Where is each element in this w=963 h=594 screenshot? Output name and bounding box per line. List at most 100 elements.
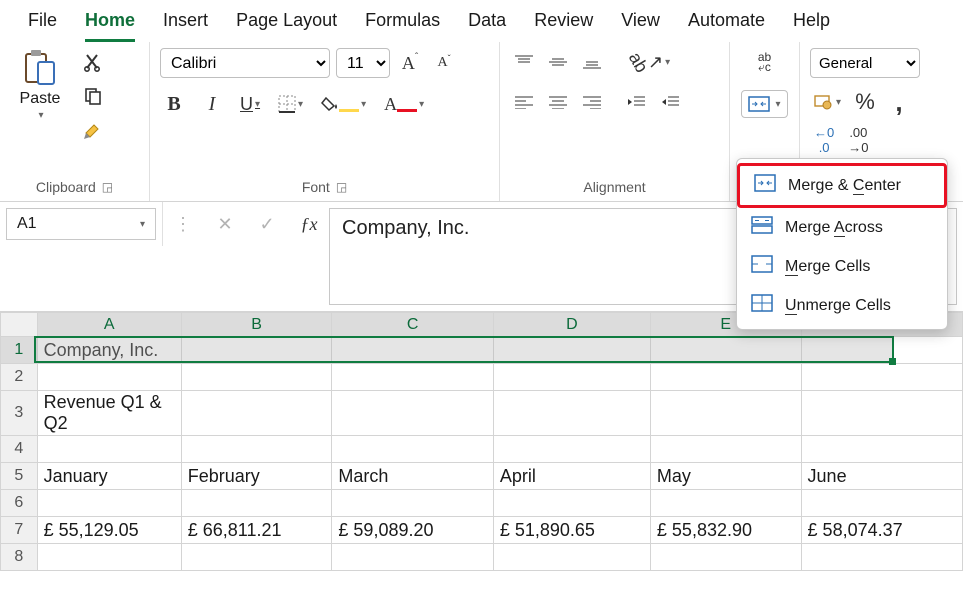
tab-insert[interactable]: Insert <box>163 6 208 39</box>
cell[interactable] <box>493 490 650 517</box>
clipboard-dialog-launcher-icon[interactable]: ◲ <box>102 180 113 194</box>
cut-button[interactable] <box>79 48 107 76</box>
cell[interactable] <box>493 364 650 391</box>
cell[interactable] <box>181 490 332 517</box>
cell[interactable] <box>650 364 801 391</box>
cell[interactable]: January <box>37 463 181 490</box>
name-box[interactable]: A1 ▾ <box>6 208 156 240</box>
align-top-button[interactable] <box>510 48 538 76</box>
font-dialog-launcher-icon[interactable]: ◲ <box>336 180 347 194</box>
cancel-formula-button[interactable]: ✕ <box>211 210 239 238</box>
cell[interactable] <box>37 436 181 463</box>
increase-indent-button[interactable] <box>656 88 684 116</box>
row-header[interactable]: 6 <box>1 490 38 517</box>
row-header[interactable]: 2 <box>1 364 38 391</box>
copy-button[interactable] <box>79 82 107 110</box>
tab-home[interactable]: Home <box>85 6 135 42</box>
cell[interactable] <box>801 544 962 571</box>
cell[interactable]: £ 55,832.90 <box>650 517 801 544</box>
accounting-format-button[interactable]: ▾ <box>810 88 845 116</box>
col-header-c[interactable]: C <box>332 313 493 337</box>
cell[interactable] <box>493 436 650 463</box>
cell[interactable] <box>801 436 962 463</box>
menu-unmerge-cells[interactable]: Unmerge Cells <box>737 286 947 325</box>
cell[interactable] <box>801 490 962 517</box>
increase-font-button[interactable]: Aˆ <box>396 49 424 77</box>
cell[interactable] <box>181 364 332 391</box>
cell[interactable] <box>181 391 332 436</box>
wrap-text-button[interactable]: ab⤶c <box>751 48 779 76</box>
menu-merge-center[interactable]: Merge & Center <box>737 163 947 208</box>
cell[interactable] <box>650 391 801 436</box>
cell[interactable] <box>493 544 650 571</box>
cell[interactable]: £ 58,074.37 <box>801 517 962 544</box>
cell[interactable]: £ 51,890.65 <box>493 517 650 544</box>
enter-formula-button[interactable]: ✓ <box>253 210 281 238</box>
cell[interactable] <box>332 490 493 517</box>
tab-help[interactable]: Help <box>793 6 830 39</box>
tab-data[interactable]: Data <box>468 6 506 39</box>
cell[interactable] <box>332 436 493 463</box>
chevron-down-icon[interactable]: ▾ <box>140 219 145 230</box>
align-center-button[interactable] <box>544 88 572 116</box>
tab-page-layout[interactable]: Page Layout <box>236 6 337 39</box>
row-header[interactable]: 4 <box>1 436 38 463</box>
percent-button[interactable]: % <box>851 88 879 116</box>
cell[interactable] <box>37 490 181 517</box>
align-bottom-button[interactable] <box>578 48 606 76</box>
cell[interactable]: Revenue Q1 & Q2 <box>37 391 181 436</box>
menu-merge-cells[interactable]: Merge Cells <box>737 247 947 286</box>
decrease-decimal-button[interactable]: ←0.0 <box>810 126 838 154</box>
borders-button[interactable]: ▾ <box>274 90 307 118</box>
cell[interactable]: February <box>181 463 332 490</box>
align-middle-button[interactable] <box>544 48 572 76</box>
row-header[interactable]: 1 <box>1 337 38 364</box>
font-size-select[interactable]: 11 <box>336 48 390 78</box>
orientation-button[interactable]: ab↗▾ <box>624 48 674 76</box>
row-header[interactable]: 5 <box>1 463 38 490</box>
cell[interactable] <box>801 391 962 436</box>
cell[interactable]: May <box>650 463 801 490</box>
row-header[interactable]: 3 <box>1 391 38 436</box>
menu-merge-across[interactable]: Merge Across <box>737 208 947 247</box>
cell[interactable] <box>801 364 962 391</box>
cell[interactable] <box>650 544 801 571</box>
align-right-button[interactable] <box>578 88 606 116</box>
cell[interactable]: June <box>801 463 962 490</box>
cell[interactable]: Company, Inc. <box>37 337 181 364</box>
decrease-font-button[interactable]: Aˇ <box>430 49 458 77</box>
row-header[interactable]: 8 <box>1 544 38 571</box>
increase-decimal-button[interactable]: .00→0 <box>844 126 872 154</box>
cell[interactable] <box>493 337 650 364</box>
cell[interactable] <box>37 364 181 391</box>
spreadsheet-grid[interactable]: A B C D E F 1Company, Inc.23Revenue Q1 &… <box>0 312 963 571</box>
cell[interactable]: £ 55,129.05 <box>37 517 181 544</box>
number-format-select[interactable]: General <box>810 48 920 78</box>
col-header-d[interactable]: D <box>493 313 650 337</box>
tab-file[interactable]: File <box>28 6 57 39</box>
cell[interactable]: April <box>493 463 650 490</box>
insert-function-button[interactable]: ƒx <box>295 210 323 238</box>
cell[interactable]: £ 66,811.21 <box>181 517 332 544</box>
font-name-select[interactable]: Calibri <box>160 48 330 78</box>
cell[interactable] <box>181 544 332 571</box>
italic-button[interactable]: I <box>198 90 226 118</box>
bold-button[interactable]: B <box>160 90 188 118</box>
format-painter-button[interactable] <box>78 116 108 144</box>
paste-button[interactable]: Paste ▾ <box>10 48 70 158</box>
cell[interactable] <box>181 436 332 463</box>
cell[interactable]: March <box>332 463 493 490</box>
cell[interactable] <box>332 364 493 391</box>
decrease-indent-button[interactable] <box>622 88 650 116</box>
cell[interactable]: £ 59,089.20 <box>332 517 493 544</box>
select-all-corner[interactable] <box>1 313 38 337</box>
cell[interactable] <box>493 391 650 436</box>
cell[interactable] <box>650 436 801 463</box>
fill-color-button[interactable]: ▾ <box>317 90 370 118</box>
cell[interactable] <box>332 391 493 436</box>
comma-style-button[interactable]: , <box>885 88 913 116</box>
tab-view[interactable]: View <box>621 6 660 39</box>
cell[interactable] <box>650 337 801 364</box>
tab-automate[interactable]: Automate <box>688 6 765 39</box>
col-header-a[interactable]: A <box>37 313 181 337</box>
